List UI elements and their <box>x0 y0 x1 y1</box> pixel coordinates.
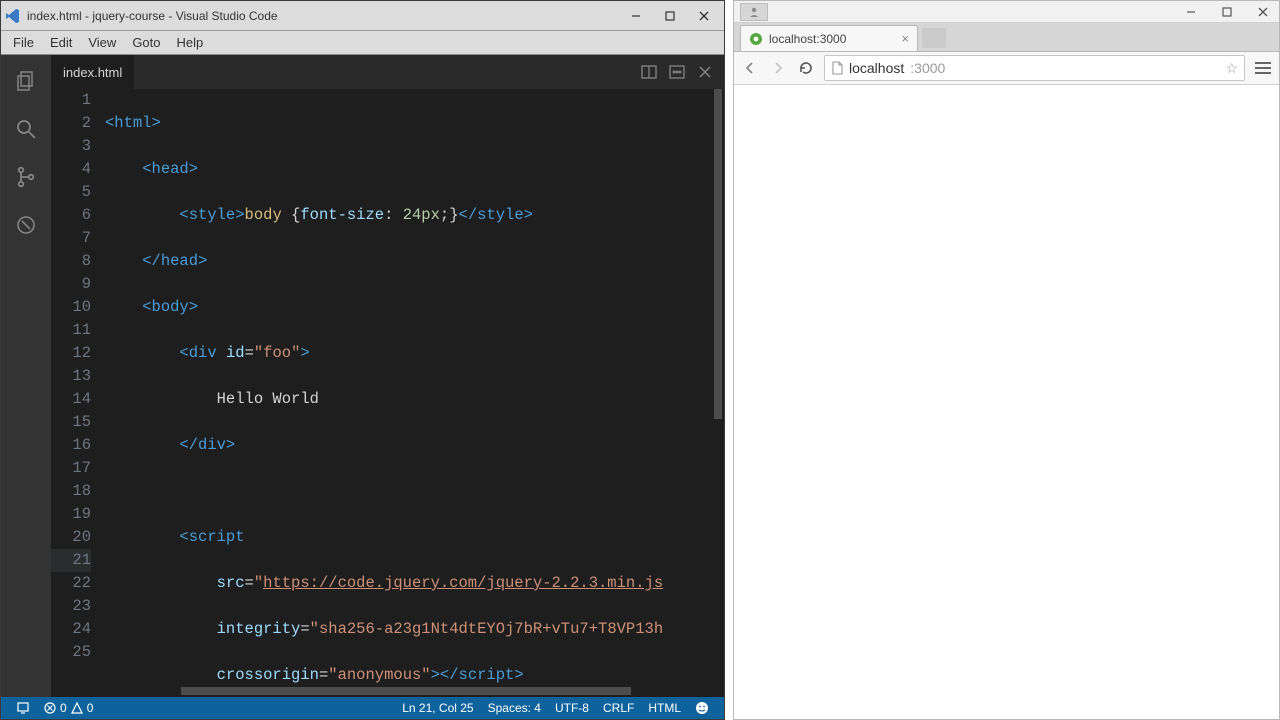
chrome-window: localhost:3000 × localhost:3000 ☆ <box>733 0 1280 720</box>
chrome-toolbar: localhost :3000 ☆ <box>734 51 1279 85</box>
chrome-tab-close-icon[interactable]: × <box>901 31 909 46</box>
maximize-button[interactable] <box>660 6 680 26</box>
vscode-window-title: index.html - jquery-course - Visual Stud… <box>27 9 626 23</box>
status-bar: 0 0 Ln 21, Col 25 Spaces: 4 UTF-8 CRLF H… <box>1 697 724 719</box>
chrome-close-button[interactable] <box>1253 4 1273 20</box>
reload-button[interactable] <box>796 58 816 78</box>
debug-icon[interactable] <box>12 211 40 239</box>
chrome-page-content <box>734 85 1279 719</box>
status-cursor-pos[interactable]: Ln 21, Col 25 <box>395 701 480 715</box>
code-crossorigin: anonymous <box>338 666 422 684</box>
chrome-new-tab-button[interactable] <box>922 28 946 48</box>
menu-goto[interactable]: Goto <box>124 33 168 52</box>
back-button[interactable] <box>740 58 760 78</box>
url-port: :3000 <box>910 60 945 76</box>
code-content[interactable]: <html> <head> <style>body {font-size: 24… <box>105 89 724 685</box>
more-actions-icon[interactable] <box>668 63 686 81</box>
url-host: localhost <box>849 60 904 76</box>
close-editor-icon[interactable] <box>696 63 714 81</box>
favicon-icon <box>749 32 763 46</box>
chrome-tab-title: localhost:3000 <box>769 32 846 46</box>
vscode-body: index.html 12345678910111213141516171819… <box>1 55 724 697</box>
status-language[interactable]: HTML <box>641 701 688 715</box>
editor-tab-index-html[interactable]: index.html <box>51 55 135 89</box>
menu-view[interactable]: View <box>80 33 124 52</box>
address-bar[interactable]: localhost :3000 ☆ <box>824 55 1245 81</box>
close-button[interactable] <box>694 6 714 26</box>
menu-help[interactable]: Help <box>169 33 212 52</box>
line-number-gutter: 1234567891011121314151617181920212223242… <box>51 89 105 685</box>
minimize-button[interactable] <box>626 6 646 26</box>
page-icon <box>831 61 843 75</box>
status-problems[interactable]: 0 0 <box>37 701 100 715</box>
status-remote-icon[interactable] <box>9 701 37 715</box>
status-encoding[interactable]: UTF-8 <box>548 701 596 715</box>
chrome-menu-button[interactable] <box>1253 58 1273 78</box>
chrome-minimize-button[interactable] <box>1181 4 1201 20</box>
status-feedback-icon[interactable] <box>688 701 716 715</box>
status-indent[interactable]: Spaces: 4 <box>481 701 548 715</box>
editor-tabbar: index.html <box>51 55 724 89</box>
split-editor-icon[interactable] <box>640 63 658 81</box>
chrome-user-icon[interactable] <box>740 3 768 21</box>
chrome-titlebar <box>734 1 1279 23</box>
chrome-tab-localhost[interactable]: localhost:3000 × <box>740 25 918 51</box>
editor-group: index.html 12345678910111213141516171819… <box>51 55 724 697</box>
menu-edit[interactable]: Edit <box>42 33 80 52</box>
chrome-maximize-button[interactable] <box>1217 4 1237 20</box>
activity-bar <box>1 55 51 697</box>
chrome-tabstrip: localhost:3000 × <box>734 23 1279 51</box>
code-integrity: sha256-a23g1Nt4dtEYOj7bR+vTu7+T8VP13h <box>319 620 663 638</box>
editor-vertical-scrollbar[interactable] <box>712 89 724 685</box>
vscode-window-controls <box>626 6 720 26</box>
editor-tab-label: index.html <box>63 65 122 80</box>
explorer-icon[interactable] <box>12 67 40 95</box>
git-icon[interactable] <box>12 163 40 191</box>
vscode-logo-icon <box>5 8 21 24</box>
editor-horizontal-scrollbar[interactable] <box>105 685 724 697</box>
forward-button[interactable] <box>768 58 788 78</box>
vscode-window: index.html - jquery-course - Visual Stud… <box>0 0 725 720</box>
code-jquery-url: https://code.jquery.com/jquery-2.2.3.min… <box>263 574 663 592</box>
code-text-hello: Hello World <box>217 390 319 408</box>
status-eol[interactable]: CRLF <box>596 701 641 715</box>
editor-tab-actions <box>640 55 724 89</box>
search-icon[interactable] <box>12 115 40 143</box>
vscode-titlebar: index.html - jquery-course - Visual Stud… <box>1 1 724 31</box>
bookmark-star-icon[interactable]: ☆ <box>1225 60 1238 77</box>
code-editor[interactable]: 1234567891011121314151617181920212223242… <box>51 89 724 685</box>
vscode-menubar: File Edit View Goto Help <box>1 31 724 55</box>
menu-file[interactable]: File <box>5 33 42 52</box>
